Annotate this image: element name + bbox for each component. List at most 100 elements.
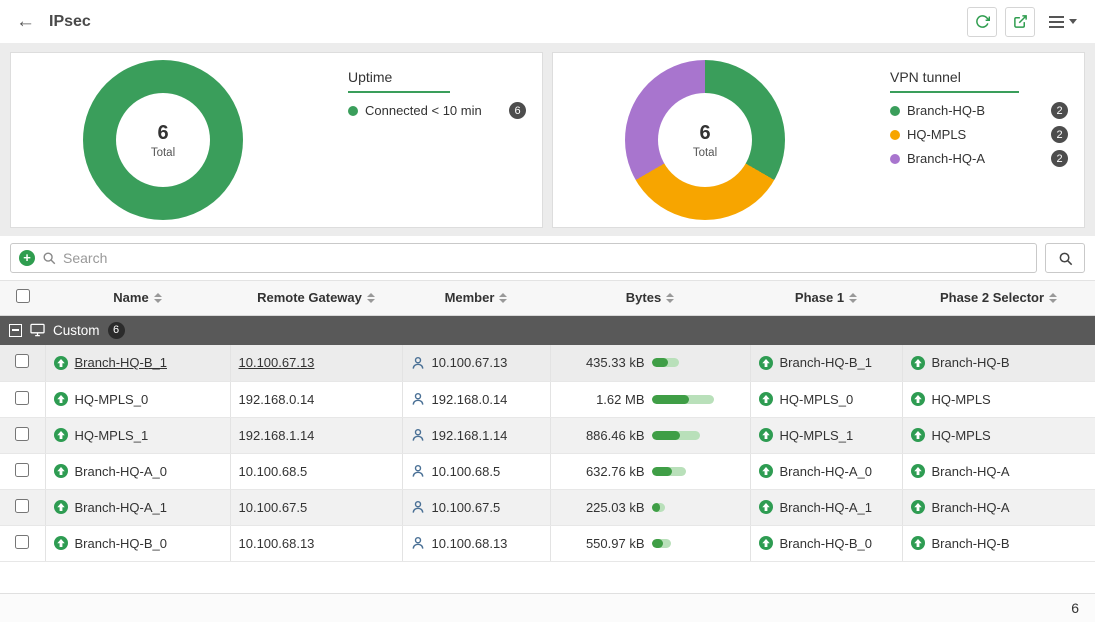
phase1-value: HQ-MPLS_0 [780,392,854,407]
search-row: + [0,236,1095,281]
add-filter-button[interactable]: + [19,250,35,266]
phase1-value: Branch-HQ-B_1 [780,355,872,370]
tunnel-up-icon [54,392,68,406]
row-checkbox[interactable] [15,463,29,477]
tunnel-up-icon [911,356,925,370]
count-badge: 2 [1051,150,1068,167]
tunnel-name-link[interactable]: Branch-HQ-B_1 [75,355,167,370]
count-badge: 2 [1051,102,1068,119]
phase1-value: Branch-HQ-A_1 [780,500,872,515]
collapse-group-button[interactable] [9,324,22,337]
column-header-phase1[interactable]: Phase 1 [750,281,902,315]
tunnel-up-icon [759,428,773,442]
tunnel-up-icon [911,500,925,514]
legend-dot [890,154,900,164]
tunnel-name-link[interactable]: Branch-HQ-A_0 [75,464,167,479]
member-icon [411,356,425,370]
member-value: 192.168.1.14 [432,428,508,443]
table-header-row: Name Remote Gateway Member Bytes Phase 1… [0,281,1095,315]
sort-icon [849,293,857,303]
donut-total: 6 [699,122,710,145]
tunnel-type-icon [30,323,45,337]
phase2-value: HQ-MPLS [932,392,991,407]
column-header-remote-gateway[interactable]: Remote Gateway [230,281,402,315]
legend-dot [348,106,358,116]
remote-gateway: 10.100.68.5 [239,464,308,479]
row-checkbox[interactable] [15,499,29,513]
remote-gateway: 192.168.1.14 [239,428,315,443]
uptime-donut-chart[interactable]: 6 Total [83,60,243,220]
refresh-button[interactable] [967,7,997,37]
row-checkbox[interactable] [15,391,29,405]
bytes-value: 1.62 MB [559,392,645,407]
open-in-window-button[interactable] [1005,7,1035,37]
bytes-bar [652,503,718,512]
row-checkbox[interactable] [15,427,29,441]
tunnel-name-link[interactable]: HQ-MPLS_0 [75,392,149,407]
uptime-legend: Uptime Connected < 10 min 6 [348,69,526,119]
tunnel-up-icon [759,500,773,514]
ipsec-table: Name Remote Gateway Member Bytes Phase 1… [0,281,1095,562]
remote-gateway: 10.100.68.13 [239,536,315,551]
table-row[interactable]: HQ-MPLS_0 192.168.0.14 192.168.0.14 1.62… [0,381,1095,417]
member-value: 10.100.68.13 [432,536,508,551]
topbar-actions [967,7,1083,37]
group-row-custom[interactable]: Custom 6 [0,315,1095,345]
tunnel-up-icon [759,356,773,370]
vpn-donut-chart[interactable]: 6 Total [625,60,785,220]
tunnel-name-link[interactable]: Branch-HQ-B_0 [75,536,167,551]
legend-item-branch-hq-a[interactable]: Branch-HQ-A 2 [890,150,1068,167]
menu-button[interactable] [1043,12,1083,32]
table-row[interactable]: HQ-MPLS_1 192.168.1.14 192.168.1.14 886.… [0,417,1095,453]
column-header-name[interactable]: Name [45,281,230,315]
search-button[interactable] [1045,243,1085,273]
sort-icon [154,293,162,303]
tunnel-up-icon [759,392,773,406]
vpn-legend: VPN tunnel Branch-HQ-B 2 HQ-MPLS 2 Branc… [890,69,1068,167]
column-header-phase2-selector[interactable]: Phase 2 Selector [902,281,1095,315]
member-icon [411,464,425,478]
legend-item-connected[interactable]: Connected < 10 min 6 [348,102,526,119]
remote-gateway: 10.100.67.5 [239,500,308,515]
tunnel-up-icon [911,428,925,442]
search-input[interactable] [63,250,1028,266]
sort-icon [367,293,375,303]
tunnel-up-icon [54,428,68,442]
legend-title: VPN tunnel [890,69,1019,93]
row-checkbox[interactable] [15,535,29,549]
tunnel-name-link[interactable]: HQ-MPLS_1 [75,428,149,443]
legend-item-hq-mpls[interactable]: HQ-MPLS 2 [890,126,1068,143]
dashboard: 6 Total Uptime Connected < 10 min 6 6 To… [0,44,1095,236]
bytes-bar [652,431,718,440]
column-header-member[interactable]: Member [402,281,550,315]
select-all-checkbox[interactable] [16,289,30,303]
member-icon [411,536,425,550]
external-link-icon [1013,14,1028,29]
phase2-value: Branch-HQ-B [932,355,1010,370]
table-row[interactable]: Branch-HQ-B_1 10.100.67.13 10.100.67.13 … [0,345,1095,381]
bytes-bar [652,358,718,367]
table-row[interactable]: Branch-HQ-A_1 10.100.67.5 10.100.67.5 22… [0,489,1095,525]
tunnel-up-icon [759,464,773,478]
group-count-badge: 6 [108,322,125,339]
table-row[interactable]: Branch-HQ-B_0 10.100.68.13 10.100.68.13 … [0,525,1095,561]
donut-center: 6 Total [116,93,210,187]
legend-dot [890,106,900,116]
topbar: ← IPsec [0,0,1095,44]
remote-gateway: 10.100.67.13 [239,355,315,370]
vpn-tunnel-widget: 6 Total VPN tunnel Branch-HQ-B 2 HQ-MPLS… [552,52,1085,228]
back-button[interactable]: ← [12,11,39,33]
sort-icon [666,293,674,303]
search-icon [42,251,56,265]
tunnel-name-link[interactable]: Branch-HQ-A_1 [75,500,167,515]
column-header-bytes[interactable]: Bytes [550,281,750,315]
donut-total-label: Total [151,147,175,159]
member-value: 10.100.68.5 [432,464,501,479]
refresh-icon [975,14,990,29]
member-value: 192.168.0.14 [432,392,508,407]
donut-center: 6 Total [658,93,752,187]
search-icon [1058,251,1073,266]
legend-item-branch-hq-b[interactable]: Branch-HQ-B 2 [890,102,1068,119]
row-checkbox[interactable] [15,354,29,368]
table-row[interactable]: Branch-HQ-A_0 10.100.68.5 10.100.68.5 63… [0,453,1095,489]
